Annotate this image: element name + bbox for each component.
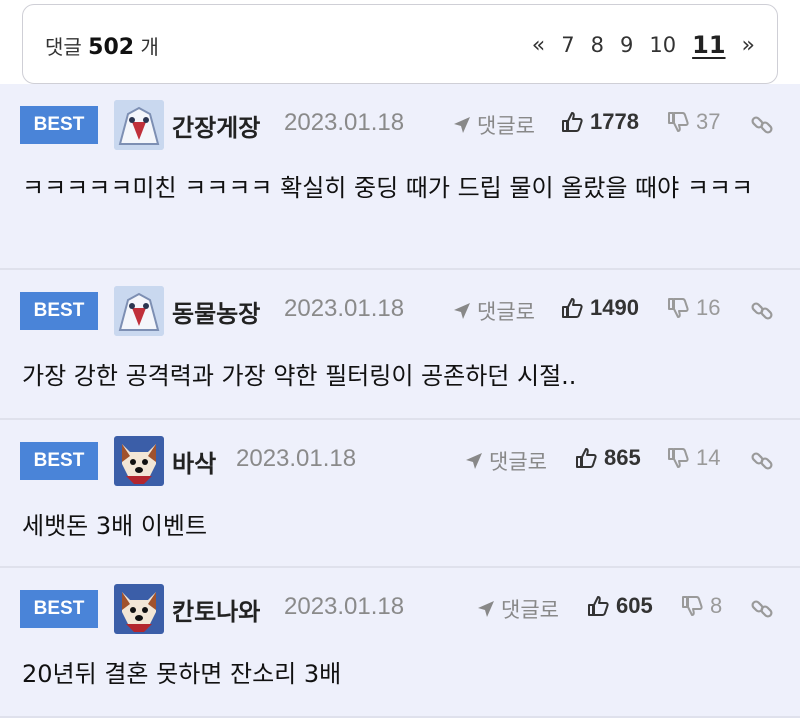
like-button[interactable]: 1490 — [560, 295, 639, 321]
comment-date: 2023.01.18 — [284, 109, 405, 136]
thumbs-up-icon — [588, 596, 609, 616]
like-count: 1778 — [590, 109, 639, 134]
dislike-count: 8 — [710, 593, 723, 618]
like-button[interactable]: 865 — [574, 445, 641, 471]
comment-text: 20년뒤 결혼 못하면 잔소리 3배 — [22, 660, 342, 688]
reply-button[interactable]: 댓글로 — [452, 110, 535, 140]
page-9[interactable]: 9 — [620, 33, 633, 57]
comment-meta: BEST 바삭 2023.01.18 댓글로 865 14 — [20, 436, 782, 486]
author-name[interactable]: 간장게장 — [172, 108, 260, 143]
best-badge: BEST — [20, 442, 98, 480]
like-count: 865 — [604, 445, 641, 470]
pagination: « 7 8 9 10 11 » — [532, 31, 755, 59]
page-7[interactable]: 7 — [561, 33, 574, 57]
page-current[interactable]: 11 — [692, 31, 725, 59]
comment-meta: BEST 칸토나와 2023.01.18 댓글로 605 8 — [20, 584, 782, 634]
like-button[interactable]: 1778 — [560, 109, 639, 135]
comment-header: 댓글 502 개 « 7 8 9 10 11 » — [22, 4, 778, 84]
best-badge: BEST — [20, 106, 98, 144]
link-icon[interactable] — [750, 597, 774, 625]
link-icon[interactable] — [750, 299, 774, 327]
reply-label: 댓글로 — [501, 598, 559, 622]
comment-meta: BEST 동물농장 2023.01.18 댓글로 1490 16 — [20, 286, 782, 336]
author-name[interactable]: 바삭 — [172, 444, 216, 479]
comment-item: BEST 칸토나와 2023.01.18 댓글로 605 8 20년뒤 결혼 못… — [0, 568, 800, 718]
dislike-button[interactable]: 37 — [666, 109, 720, 135]
thumbs-down-icon — [682, 596, 703, 616]
robot-avatar[interactable] — [114, 100, 164, 150]
link-icon[interactable] — [750, 113, 774, 141]
dislike-count: 14 — [696, 445, 721, 470]
comment-text: 가장 강한 공격력과 가장 약한 필터링이 공존하던 시절.. — [22, 362, 577, 390]
comment-meta: BEST 간장게장 2023.01.18 댓글로 1778 37 — [20, 100, 782, 150]
page-10[interactable]: 10 — [649, 33, 676, 57]
reply-arrow-icon — [478, 601, 494, 617]
author-name[interactable]: 동물농장 — [172, 294, 260, 329]
thumbs-down-icon — [668, 298, 689, 318]
thumbs-up-icon — [562, 298, 583, 318]
comment-count-label: 댓글 — [45, 35, 82, 59]
comment-item: BEST 바삭 2023.01.18 댓글로 865 14 세뱃돈 3배 이벤트 — [0, 420, 800, 568]
comment-item: BEST 간장게장 2023.01.18 댓글로 1778 37 ㅋㅋㅋㅋㅋ미친… — [0, 84, 800, 270]
next-page-button[interactable]: » — [742, 33, 755, 58]
comment-date: 2023.01.18 — [236, 445, 357, 472]
comment-text: 세뱃돈 3배 이벤트 — [22, 512, 208, 540]
like-count: 605 — [616, 593, 653, 618]
comment-item: BEST 동물농장 2023.01.18 댓글로 1490 16 가장 강한 공… — [0, 270, 800, 420]
like-button[interactable]: 605 — [586, 593, 653, 619]
reply-arrow-icon — [466, 453, 482, 469]
comment-date: 2023.01.18 — [284, 295, 405, 322]
link-icon[interactable] — [750, 449, 774, 477]
reply-button[interactable]: 댓글로 — [464, 446, 547, 476]
dislike-button[interactable]: 16 — [666, 295, 720, 321]
comment-count: 댓글 502 개 — [45, 31, 159, 60]
author-name[interactable]: 칸토나와 — [172, 592, 260, 627]
dislike-button[interactable]: 8 — [680, 593, 722, 619]
comment-text: ㅋㅋㅋㅋㅋ미친 ㅋㅋㅋㅋ 확실히 중딩 때가 드립 물이 올랐을 때야 ㅋㅋㅋ — [22, 174, 754, 202]
reply-button[interactable]: 댓글로 — [452, 296, 535, 326]
page-8[interactable]: 8 — [591, 33, 604, 57]
thumbs-down-icon — [668, 112, 689, 132]
best-badge: BEST — [20, 590, 98, 628]
reply-label: 댓글로 — [489, 450, 547, 474]
robot-avatar[interactable] — [114, 286, 164, 336]
reply-label: 댓글로 — [477, 114, 535, 138]
reply-arrow-icon — [454, 117, 470, 133]
best-badge: BEST — [20, 292, 98, 330]
thumbs-down-icon — [668, 448, 689, 468]
like-count: 1490 — [590, 295, 639, 320]
reply-arrow-icon — [454, 303, 470, 319]
thumbs-up-icon — [562, 112, 583, 132]
thumbs-up-icon — [576, 448, 597, 468]
dislike-count: 16 — [696, 295, 721, 320]
first-page-button[interactable]: « — [532, 33, 545, 58]
dog-avatar[interactable] — [114, 436, 164, 486]
comment-count-value: 502 — [88, 35, 135, 60]
reply-button[interactable]: 댓글로 — [476, 594, 559, 624]
dislike-count: 37 — [696, 109, 721, 134]
dislike-button[interactable]: 14 — [666, 445, 720, 471]
comment-date: 2023.01.18 — [284, 593, 405, 620]
reply-label: 댓글로 — [477, 300, 535, 324]
dog-avatar[interactable] — [114, 584, 164, 634]
comment-count-unit: 개 — [140, 35, 159, 59]
